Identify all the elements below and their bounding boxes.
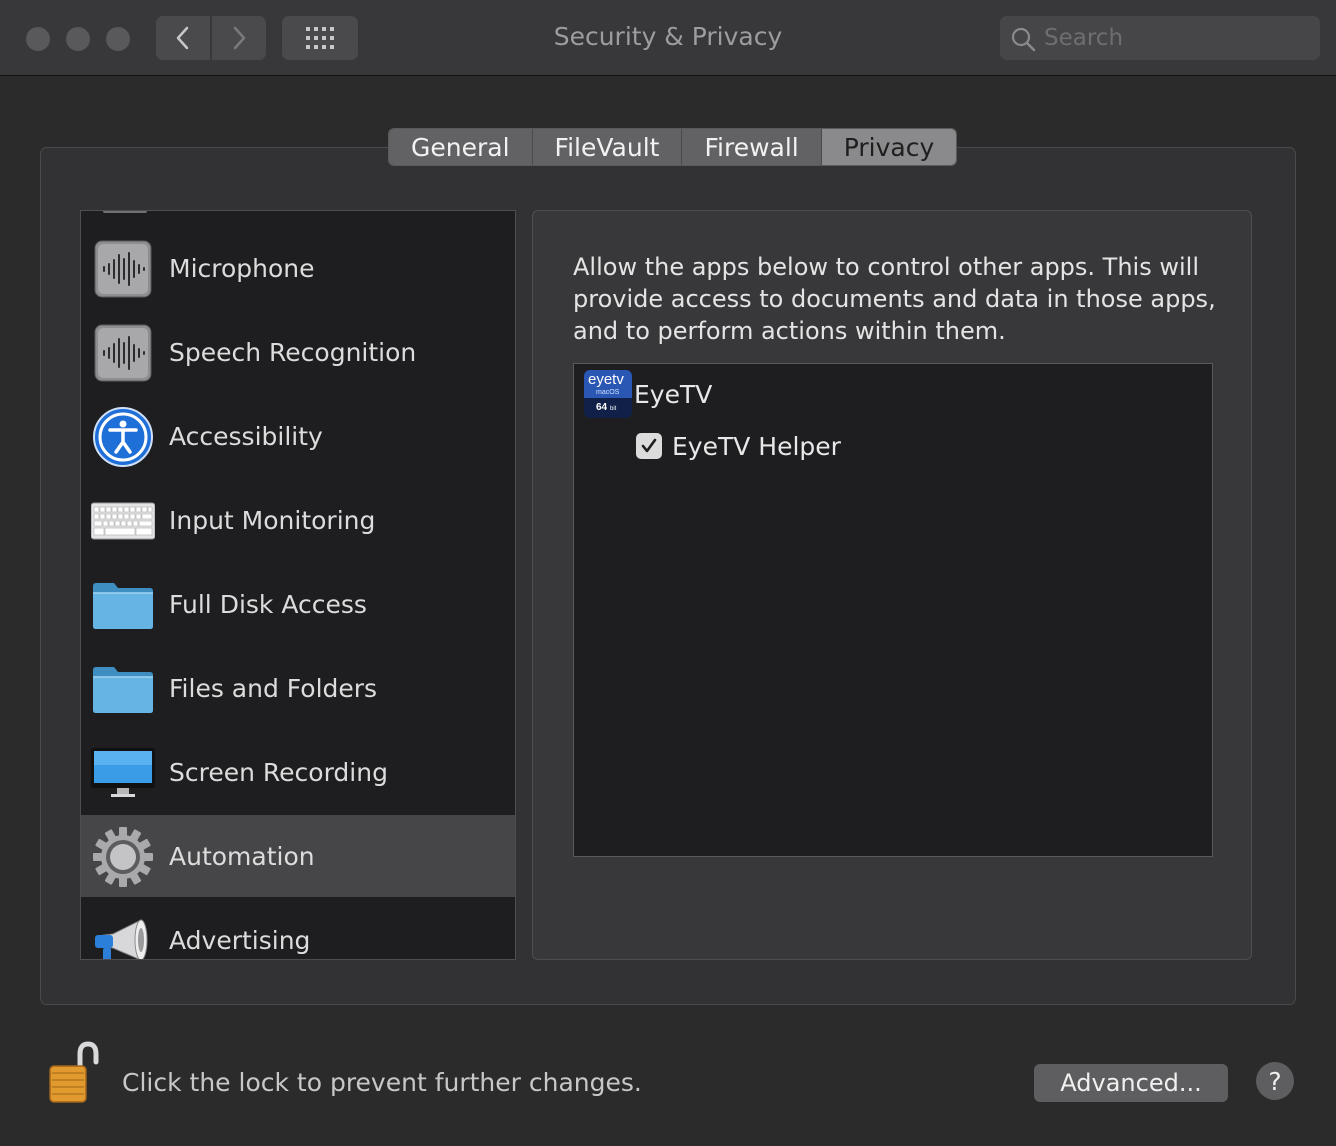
keyboard-icon [91, 489, 155, 553]
sidebar-item-accessibility[interactable]: Accessibility [81, 395, 515, 477]
sidebar-item-label: Automation [169, 841, 315, 871]
app-name: EyeTV Helper [672, 431, 841, 461]
tab-general[interactable]: General [389, 129, 533, 165]
unlocked-padlock-icon [49, 1041, 99, 1103]
sidebar-item-label: Advertising [169, 925, 311, 955]
gear-icon [91, 825, 155, 889]
checkmark-icon [641, 438, 657, 453]
tab-firewall[interactable]: Firewall [682, 129, 822, 165]
folder-icon [91, 657, 155, 721]
search-icon [1011, 27, 1036, 52]
sidebar-item-label: Speech Recognition [169, 337, 417, 367]
automation-app-list[interactable]: eyetv macOS 64 bit EyeTV EyeTV Helper [573, 363, 1213, 857]
list-item[interactable]: eyetv macOS 64 bit EyeTV [584, 370, 712, 418]
sidebar-item-label: Microphone [169, 253, 315, 283]
sidebar-item-advertising[interactable]: Advertising [81, 899, 515, 959]
megaphone-icon [91, 909, 155, 959]
sidebar-item-label: Input Monitoring [169, 505, 376, 535]
sidebar-item-label: Accessibility [169, 421, 323, 451]
lock-status-text: Click the lock to prevent further change… [122, 1068, 642, 1097]
microphone-waveform-icon [91, 237, 155, 301]
sidebar-item-label: Full Disk Access [169, 589, 367, 619]
advanced-button[interactable]: Advanced... [1034, 1064, 1228, 1102]
sidebar-item-files-and-folders[interactable]: Files and Folders [81, 647, 515, 729]
privacy-category-list[interactable]: Microphone Speech Recognition Accessibil… [80, 210, 516, 960]
automation-description: Allow the apps below to control other ap… [573, 253, 1216, 345]
accessibility-icon [91, 405, 155, 469]
sidebar-item-full-disk-access[interactable]: Full Disk Access [81, 563, 515, 645]
scrolled-item-fragment [103, 211, 147, 213]
app-name: EyeTV [634, 379, 713, 409]
sidebar-item-microphone[interactable]: Microphone [81, 227, 515, 309]
tab-bar: General FileVault Firewall Privacy [388, 128, 958, 166]
eyetv-app-icon: eyetv macOS 64 bit [584, 370, 632, 418]
speech-waveform-icon [91, 321, 155, 385]
list-item[interactable]: EyeTV Helper [636, 428, 841, 464]
help-button[interactable]: ? [1256, 1062, 1294, 1100]
sidebar-item-input-monitoring[interactable]: Input Monitoring [81, 479, 515, 561]
sidebar-item-screen-recording[interactable]: Screen Recording [81, 731, 515, 813]
eyetv-helper-checkbox[interactable] [636, 433, 662, 459]
sidebar-item-label: Screen Recording [169, 757, 388, 787]
folder-icon [91, 573, 155, 637]
sidebar-item-speech-recognition[interactable]: Speech Recognition [81, 311, 515, 393]
tab-filevault[interactable]: FileVault [532, 129, 683, 165]
lock-button[interactable] [46, 1040, 102, 1106]
detail-panel: Allow the apps below to control other ap… [532, 210, 1252, 960]
title-bar: Security & Privacy [0, 0, 1336, 76]
sidebar-item-label: Files and Folders [169, 673, 378, 703]
tab-privacy[interactable]: Privacy [821, 129, 957, 165]
display-icon [91, 741, 155, 805]
search-field[interactable] [1000, 16, 1320, 60]
search-input[interactable] [1044, 16, 1312, 60]
sidebar-item-automation[interactable]: Automation [81, 815, 515, 897]
